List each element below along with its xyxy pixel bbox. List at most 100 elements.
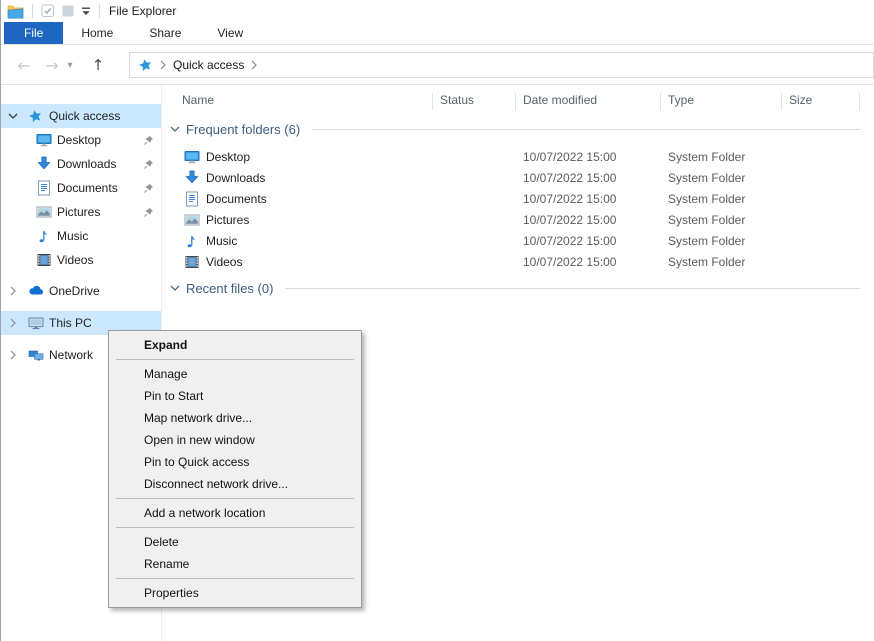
sidebar-item-videos[interactable]: Videos — [1, 248, 161, 272]
music-icon — [36, 228, 52, 244]
menu-separator — [116, 527, 354, 528]
chevron-down-icon[interactable] — [170, 284, 180, 293]
file-explorer-logo-icon — [4, 3, 27, 20]
tab-file[interactable]: File — [4, 22, 63, 44]
titlebar-separator — [99, 4, 100, 18]
chevron-right-icon[interactable] — [8, 350, 20, 360]
context-menu: Expand Manage Pin to Start Map network d… — [108, 330, 362, 608]
file-name: Desktop — [206, 150, 250, 164]
pin-icon — [143, 135, 154, 146]
qat-checkbox-icon[interactable] — [38, 3, 58, 19]
menu-item-map-network-drive[interactable]: Map network drive... — [109, 407, 361, 429]
downloads-icon — [184, 170, 200, 186]
file-row-pictures[interactable]: Pictures 10/07/2022 15:00 System Folder — [162, 210, 874, 231]
videos-icon — [184, 254, 200, 270]
sidebar-item-onedrive[interactable]: OneDrive — [1, 279, 161, 303]
address-bar[interactable]: Quick access — [129, 52, 874, 78]
menu-item-pin-to-start[interactable]: Pin to Start — [109, 385, 361, 407]
sidebar-item-downloads[interactable]: Downloads — [1, 152, 161, 176]
pictures-icon — [184, 212, 200, 228]
menu-separator — [116, 359, 354, 360]
forward-button[interactable]: → — [39, 53, 65, 77]
group-header-line — [312, 129, 860, 130]
file-date-modified: 10/07/2022 15:00 — [523, 171, 616, 185]
quick-access-star-icon — [138, 58, 153, 73]
column-separator[interactable] — [515, 93, 516, 110]
sidebar-item-music[interactable]: Music — [1, 224, 161, 248]
downloads-icon — [36, 156, 52, 172]
qat-new-item-icon[interactable] — [58, 3, 78, 19]
tab-home[interactable]: Home — [63, 22, 131, 44]
desktop-icon — [36, 132, 52, 148]
tab-view[interactable]: View — [199, 22, 261, 44]
tab-share[interactable]: Share — [131, 22, 199, 44]
sidebar-item-label: Downloads — [57, 157, 116, 171]
chevron-right-icon[interactable] — [8, 318, 20, 328]
column-separator[interactable] — [660, 93, 661, 110]
file-date-modified: 10/07/2022 15:00 — [523, 192, 616, 206]
desktop-icon — [184, 149, 200, 165]
file-date-modified: 10/07/2022 15:00 — [523, 234, 616, 248]
menu-item-pin-to-quick-access[interactable]: Pin to Quick access — [109, 451, 361, 473]
recent-locations-dropdown-icon[interactable]: ▾ — [63, 53, 77, 77]
file-type: System Folder — [668, 213, 745, 227]
file-name: Videos — [206, 255, 242, 269]
up-button[interactable]: ↑ — [85, 53, 111, 77]
breadcrumb-chevron-icon[interactable] — [159, 60, 167, 70]
back-button[interactable]: ← — [11, 53, 37, 77]
menu-item-delete[interactable]: Delete — [109, 531, 361, 553]
group-header-recent-files[interactable]: Recent files (0) — [170, 281, 860, 296]
file-row-desktop[interactable]: Desktop 10/07/2022 15:00 System Folder — [162, 147, 874, 168]
sidebar-item-pictures[interactable]: Pictures — [1, 200, 161, 224]
menu-item-rename[interactable]: Rename — [109, 553, 361, 575]
group-header-line — [285, 288, 860, 289]
sidebar-item-label: OneDrive — [49, 284, 100, 298]
file-type: System Folder — [668, 192, 745, 206]
quick-access-star-icon — [28, 109, 43, 124]
column-separator[interactable] — [432, 93, 433, 110]
column-header-date-modified[interactable]: Date modified — [523, 93, 597, 107]
group-header-frequent-folders[interactable]: Frequent folders (6) — [170, 122, 860, 137]
sidebar-item-quick-access[interactable]: Quick access — [1, 104, 161, 128]
column-header-status[interactable]: Status — [440, 93, 474, 107]
breadcrumb-location[interactable]: Quick access — [173, 58, 244, 72]
file-row-music[interactable]: Music 10/07/2022 15:00 System Folder — [162, 231, 874, 252]
sidebar-item-desktop[interactable]: Desktop — [1, 128, 161, 152]
menu-item-add-a-network-location[interactable]: Add a network location — [109, 502, 361, 524]
breadcrumb-chevron-icon[interactable] — [250, 60, 258, 70]
file-row-documents[interactable]: Documents 10/07/2022 15:00 System Folder — [162, 189, 874, 210]
menu-item-expand[interactable]: Expand — [109, 334, 361, 356]
chevron-right-icon[interactable] — [8, 286, 20, 296]
pin-icon — [143, 159, 154, 170]
sidebar-item-label: Documents — [57, 181, 118, 195]
sidebar-item-documents[interactable]: Documents — [1, 176, 161, 200]
file-name: Music — [206, 234, 237, 248]
file-type: System Folder — [668, 234, 745, 248]
chevron-down-icon[interactable] — [8, 111, 20, 121]
sidebar-item-label: Network — [49, 348, 93, 362]
column-separator[interactable] — [859, 93, 860, 110]
this-pc-icon — [28, 315, 44, 331]
documents-icon — [36, 180, 52, 196]
videos-icon — [36, 252, 52, 268]
column-header-type[interactable]: Type — [668, 93, 694, 107]
group-header-label: Frequent folders (6) — [186, 122, 300, 137]
file-type: System Folder — [668, 255, 745, 269]
column-separator[interactable] — [781, 93, 782, 110]
menu-item-manage[interactable]: Manage — [109, 363, 361, 385]
chevron-down-icon[interactable] — [170, 125, 180, 134]
menu-item-disconnect-network-drive[interactable]: Disconnect network drive... — [109, 473, 361, 495]
menu-item-open-in-new-window[interactable]: Open in new window — [109, 429, 361, 451]
qat-customize-dropdown-icon[interactable] — [78, 6, 94, 17]
window-title: File Explorer — [109, 4, 176, 18]
ribbon-tab-row: File Home Share View — [1, 22, 874, 45]
file-type: System Folder — [668, 171, 745, 185]
file-name: Pictures — [206, 213, 249, 227]
file-row-downloads[interactable]: Downloads 10/07/2022 15:00 System Folder — [162, 168, 874, 189]
column-header-size[interactable]: Size — [789, 93, 812, 107]
sidebar-item-label: Pictures — [57, 205, 100, 219]
file-date-modified: 10/07/2022 15:00 — [523, 150, 616, 164]
menu-item-properties[interactable]: Properties — [109, 582, 361, 604]
column-header-name[interactable]: Name — [182, 93, 214, 107]
file-row-videos[interactable]: Videos 10/07/2022 15:00 System Folder — [162, 252, 874, 273]
